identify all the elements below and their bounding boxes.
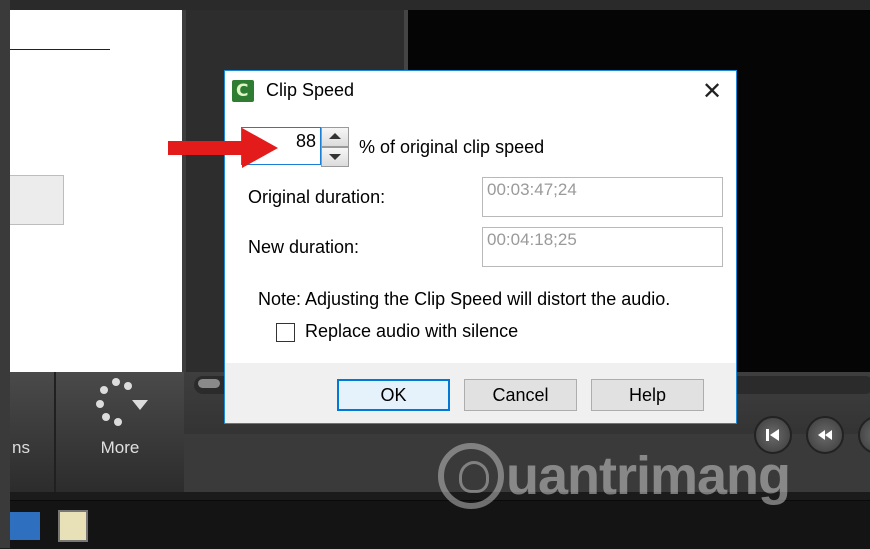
more-label: More <box>100 438 140 457</box>
lightbulb-logo-icon <box>438 443 504 509</box>
new-duration-field: 00:04:18;25 <box>482 227 723 267</box>
toolbar-button-partial[interactable]: ns <box>10 372 54 492</box>
replace-audio-label[interactable]: Replace audio with silence <box>305 321 518 342</box>
red-arrow-annotation <box>168 128 278 168</box>
ok-button[interactable]: OK <box>337 379 450 411</box>
spin-down-icon[interactable] <box>321 147 349 167</box>
replace-audio-checkbox[interactable] <box>276 323 295 342</box>
scrubber-knob[interactable] <box>198 379 220 388</box>
toolbar-button-label: ns <box>12 438 30 457</box>
left-panel <box>10 10 182 372</box>
close-icon[interactable]: ✕ <box>695 75 729 107</box>
window-frame-top <box>0 0 870 10</box>
watermark-text: uantrimang <box>506 446 791 506</box>
original-duration-field: 00:03:47;24 <box>482 177 723 217</box>
taskbar-file-icon[interactable] <box>58 510 88 542</box>
window-frame-left <box>0 0 10 548</box>
audio-note: Note: Adjusting the Clip Speed will dist… <box>258 289 671 309</box>
watermark: uantrimang <box>438 436 791 516</box>
panel-button-partial[interactable] <box>10 175 64 225</box>
rewind-icon <box>818 430 832 440</box>
original-duration-label: Original duration: <box>248 187 386 207</box>
rewind-button[interactable] <box>806 416 844 454</box>
spin-up-icon[interactable] <box>321 127 349 147</box>
help-button[interactable]: Help <box>591 379 704 411</box>
taskbar-app-icon[interactable] <box>10 512 40 540</box>
dialog-titlebar[interactable]: Clip Speed ✕ <box>225 71 736 111</box>
divider-line <box>10 49 110 50</box>
more-dots-icon <box>96 378 148 426</box>
new-duration-label: New duration: <box>248 237 360 257</box>
cancel-button[interactable]: Cancel <box>464 379 577 411</box>
dialog-title: Clip Speed <box>266 80 355 100</box>
speed-suffix-label: % of original clip speed <box>359 137 545 157</box>
dialog-body: 88 % of original clip speed Original dur… <box>225 111 736 363</box>
tools-toolbar: ns More <box>10 372 184 492</box>
speed-spinner <box>321 127 349 167</box>
camtasia-app-icon <box>232 80 254 102</box>
dialog-footer: OK Cancel Help <box>225 363 736 423</box>
clip-speed-dialog: Clip Speed ✕ 88 % of original clip speed… <box>224 70 737 424</box>
more-button[interactable]: More <box>56 372 184 492</box>
